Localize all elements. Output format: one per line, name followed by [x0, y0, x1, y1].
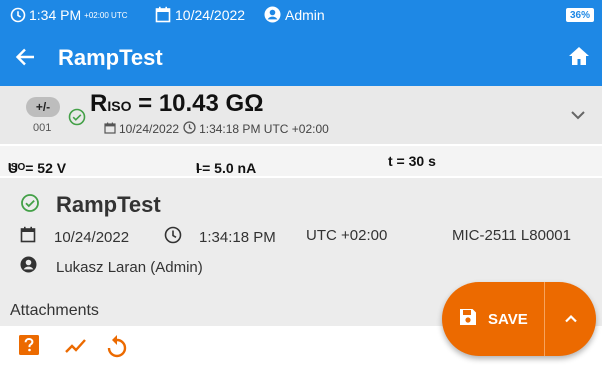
- home-icon[interactable]: [568, 46, 590, 71]
- check-circle-icon: [68, 108, 86, 131]
- attachments-label: Attachments: [10, 302, 99, 319]
- sign-toggle-button[interactable]: +/-: [26, 97, 60, 117]
- battery-indicator: 36%: [566, 8, 594, 22]
- floppy-disk-icon: [458, 307, 478, 332]
- result-symbol-sub: ISO: [107, 98, 132, 114]
- save-options-button[interactable]: [545, 282, 596, 356]
- undo-icon[interactable]: [106, 334, 128, 363]
- chart-line-icon[interactable]: [64, 336, 88, 361]
- clock-icon: [164, 226, 182, 249]
- result-number: 001: [33, 122, 52, 134]
- status-user: Admin: [285, 7, 325, 23]
- measurement-info: RampTest 10/24/2022 1:34:18 PM UTC +02:0…: [0, 178, 602, 290]
- result-datetime: 10/24/2022 1:34:18 PM UTC +02:00: [104, 121, 329, 137]
- measurement-timezone: UTC +02:00: [306, 227, 388, 244]
- main-result: RISO = 10.43 GΩ: [90, 90, 263, 118]
- measurement-name: RampTest: [56, 192, 161, 217]
- measurement-datetime-row: 10/24/2022: [20, 226, 129, 248]
- chevron-up-icon: [564, 310, 578, 328]
- result-symbol: R: [90, 90, 108, 117]
- measurement-time: 1:34:18 PM: [199, 229, 276, 246]
- measurement-time-row: 1:34:18 PM: [164, 226, 276, 249]
- result-time: 1:34:18 PM: [199, 122, 261, 136]
- result-timezone: UTC +02:00: [263, 122, 329, 136]
- back-arrow-icon[interactable]: [14, 46, 36, 73]
- chevron-down-icon[interactable]: [570, 107, 586, 125]
- save-label: SAVE: [488, 310, 528, 328]
- clock-icon: [183, 121, 199, 137]
- save-split-button: SAVE: [442, 282, 596, 356]
- calendar-icon: [20, 226, 36, 248]
- parameters-row: U ISO = 52 V IL = 5.0 nA t = 30 s: [0, 146, 602, 176]
- result-value: = 10.43 GΩ: [131, 90, 264, 117]
- save-button[interactable]: SAVE: [442, 282, 544, 356]
- operator-row: Lukasz Laran (Admin): [20, 256, 203, 278]
- user-icon: [20, 256, 37, 278]
- measurement-date: 10/24/2022: [54, 228, 130, 246]
- device-id: MIC-2511 L80001: [452, 227, 571, 244]
- operator-name: Lukasz Laran (Admin): [56, 258, 203, 276]
- param-u-iso: U ISO = 52 V: [8, 160, 67, 176]
- app-bar: RampTest: [0, 30, 602, 86]
- status-bar: 1:34 PM +02:00 UTC 10/24/2022 Admin 36%: [0, 0, 602, 30]
- result-header[interactable]: +/- 001 RISO = 10.43 GΩ 10/24/2022 1:34:…: [0, 86, 602, 144]
- measurement-name-row: RampTest: [20, 192, 161, 218]
- status-time: 1:34 PM +02:00 UTC: [29, 7, 128, 23]
- calendar-icon: [104, 122, 119, 137]
- result-date: 10/24/2022: [119, 122, 180, 136]
- user-icon: [264, 6, 281, 23]
- help-icon[interactable]: [18, 334, 40, 361]
- status-date: 10/24/2022: [175, 7, 246, 23]
- check-circle-icon: [20, 193, 40, 218]
- page-title: RampTest: [58, 45, 163, 70]
- clock-icon: [10, 7, 26, 23]
- param-t: t = 30 s: [388, 153, 436, 169]
- param-i-l: IL = 5.0 nA: [196, 160, 257, 176]
- calendar-icon: [155, 6, 171, 23]
